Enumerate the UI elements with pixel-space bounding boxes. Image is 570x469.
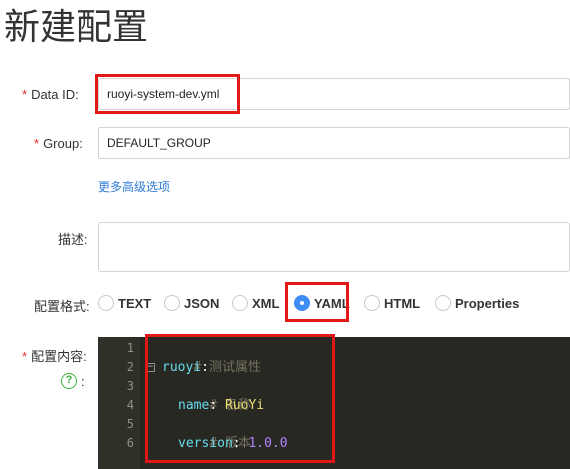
required-mark: * xyxy=(22,87,28,102)
code-value: 1.0.0 xyxy=(248,436,288,451)
radio-circle xyxy=(98,295,114,311)
advanced-options-link[interactable]: 更多高级选项 xyxy=(98,178,170,195)
required-mark: * xyxy=(34,136,40,151)
format-option-label: HTML xyxy=(384,295,421,311)
radio-circle xyxy=(164,295,180,311)
radio-circle-checked xyxy=(294,295,310,311)
code-punct: : xyxy=(232,436,241,451)
code-line-4: name: RuoYi xyxy=(178,396,264,415)
code-line-3: # 名称 xyxy=(178,377,251,413)
code-key: version xyxy=(178,436,233,451)
format-option-label: YAML xyxy=(314,295,350,311)
code-punct: : xyxy=(201,360,209,375)
data-id-label: * Data ID: xyxy=(22,87,79,102)
format-label: 配置格式: xyxy=(34,299,90,314)
format-option-text[interactable]: TEXT xyxy=(98,294,151,312)
data-id-label-text: Data ID: xyxy=(31,87,79,102)
code-line-2: ruoyi: xyxy=(162,358,209,377)
group-input[interactable]: DEFAULT_GROUP xyxy=(98,127,570,159)
format-option-properties[interactable]: Properties xyxy=(435,294,519,312)
line-number: 6 xyxy=(126,436,134,450)
line-number: 1 xyxy=(126,341,134,355)
fold-toggle-icon[interactable]: − xyxy=(146,363,155,372)
help-colon: : xyxy=(81,374,85,389)
format-option-label: XML xyxy=(252,295,280,311)
code-line-5: # 版本 xyxy=(178,415,251,451)
description-label: 描述: xyxy=(58,232,88,247)
format-option-label: JSON xyxy=(184,295,220,311)
format-option-yaml[interactable]: YAML xyxy=(294,294,350,312)
code-line-6: version: 1.0.0 xyxy=(178,434,288,453)
format-option-xml[interactable]: XML xyxy=(232,294,279,312)
required-mark: * xyxy=(22,349,28,364)
radio-circle xyxy=(232,295,248,311)
code-line-1: # 测试属性 xyxy=(162,339,261,375)
content-label-text: 配置内容: xyxy=(31,349,87,364)
line-number: 5 xyxy=(126,417,134,431)
radio-circle xyxy=(364,295,380,311)
code-editor[interactable]: 1 2 3 4 5 6 # 测试属性 ruoyi: # 名称 name: Ruo… xyxy=(98,337,570,469)
group-label: * Group: xyxy=(34,136,83,151)
code-punct: : xyxy=(209,398,218,413)
page-title: 新建配置 xyxy=(4,6,149,47)
line-number: 4 xyxy=(126,398,134,412)
format-option-json[interactable]: JSON xyxy=(164,294,219,312)
line-number: 3 xyxy=(126,379,134,393)
format-option-label: Properties xyxy=(455,295,520,311)
group-label-text: Group: xyxy=(43,136,83,151)
format-option-html[interactable]: HTML xyxy=(364,294,420,312)
code-value: RuoYi xyxy=(224,398,265,413)
line-number: 2 xyxy=(126,360,134,374)
code-key: name xyxy=(178,398,210,413)
description-textarea[interactable] xyxy=(98,222,570,272)
help-icon[interactable]: ? xyxy=(61,373,77,389)
data-id-input[interactable]: ruoyi-system-dev.yml xyxy=(98,78,570,110)
editor-gutter: 1 2 3 4 5 6 xyxy=(98,337,140,469)
radio-circle xyxy=(435,295,451,311)
code-key: ruoyi xyxy=(162,360,202,375)
content-label: * 配置内容: xyxy=(22,346,87,365)
format-option-label: TEXT xyxy=(118,295,152,311)
